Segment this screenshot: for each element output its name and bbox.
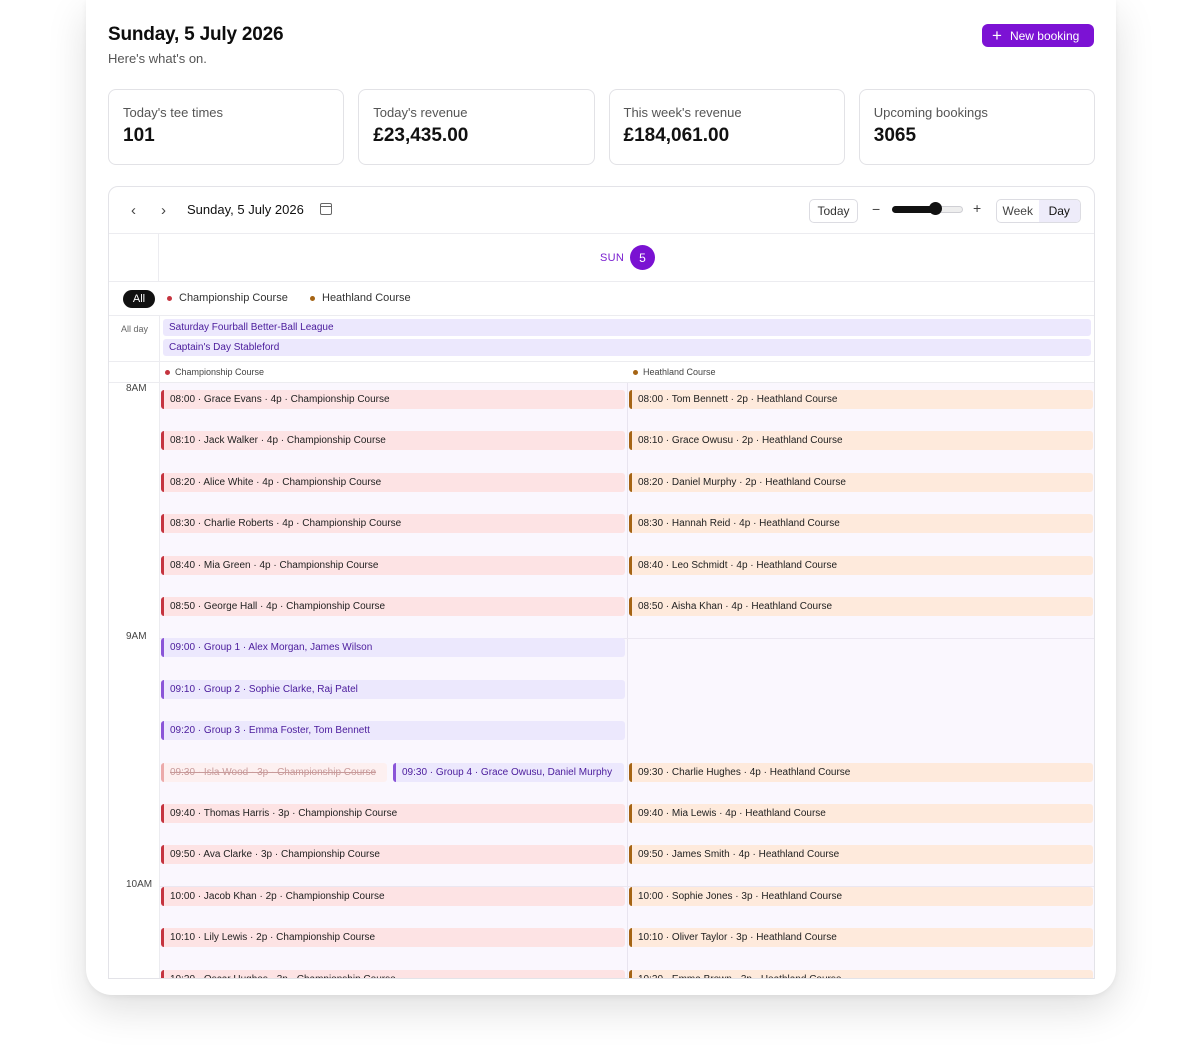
all-day-event[interactable]: Saturday Fourball Better-Ball League	[163, 319, 1091, 336]
tee-time-booking[interactable]: 10:00 · Sophie Jones · 3p · Heathland Co…	[629, 886, 1093, 906]
stat-label: This week's revenue	[623, 105, 742, 120]
day-of-week: SUN	[600, 252, 625, 264]
filter-championship-course[interactable]: Championship Course	[167, 292, 288, 304]
page-title: Sunday, 5 July 2026	[108, 24, 284, 45]
tee-time-booking[interactable]: 09:30 · Charlie Hughes · 4p · Heathland …	[629, 762, 1093, 782]
calendar-date: Sunday, 5 July 2026	[187, 202, 304, 217]
tee-time-booking[interactable]: 09:40 · Mia Lewis · 4p · Heathland Cours…	[629, 804, 1093, 823]
time-label: 8AM	[126, 383, 147, 394]
resource-header: Championship Course Heathland Course	[109, 362, 1094, 383]
stat-card-upcoming-bookings: Upcoming bookings 3065	[858, 89, 1095, 165]
stat-card-week-revenue: This week's revenue £184,061.00	[608, 89, 845, 165]
tee-time-booking[interactable]: 08:20 · Daniel Murphy · 2p · Heathland C…	[629, 472, 1093, 492]
group-booking[interactable]: 09:00 · Group 1 · Alex Morgan, James Wil…	[161, 638, 625, 658]
page-subtitle: Here's what's on.	[108, 51, 207, 66]
resource-label: Championship Course	[175, 367, 265, 377]
stat-value: 101	[123, 125, 155, 146]
tee-time-booking[interactable]: 08:50 · George Hall · 4p · Championship …	[161, 597, 625, 616]
all-day-row: All day Saturday Fourball Better-Ball Le…	[109, 316, 1094, 362]
tee-time-booking[interactable]: 10:10 · Lily Lewis · 2p · Championship C…	[161, 928, 625, 948]
all-day-label: All day	[121, 324, 149, 334]
championship-dot-icon	[165, 369, 170, 375]
tee-time-booking[interactable]: 09:50 · Ava Clarke · 3p · Championship C…	[161, 845, 625, 865]
tee-time-booking[interactable]: 08:30 · Hannah Reid · 4p · Heathland Cou…	[629, 514, 1093, 534]
time-grid[interactable]: 8AM 9AM 10AM 08:00 · Grace Evans · 4p · …	[109, 383, 1094, 978]
all-day-event[interactable]: Captain's Day Stableford	[163, 339, 1091, 356]
prev-day-chevron-icon[interactable]: ‹	[131, 202, 136, 219]
tee-time-booking[interactable]: 09:40 · Thomas Harris · 3p · Championshi…	[161, 804, 625, 823]
heathland-dot-icon	[310, 295, 315, 301]
filter-all-chip[interactable]: All	[123, 290, 155, 308]
stat-card-todays-revenue: Today's revenue £23,435.00	[358, 89, 595, 165]
plus-icon: +	[992, 25, 1002, 45]
tee-time-booking[interactable]: 08:10 · Grace Owusu · 2p · Heathland Cou…	[629, 431, 1093, 451]
day-header: SUN 5	[109, 234, 1094, 282]
stat-label: Today's tee times	[123, 105, 224, 120]
tee-time-booking[interactable]: 08:30 · Charlie Roberts · 4p · Champions…	[161, 514, 625, 534]
zoom-thumb[interactable]	[928, 202, 942, 215]
resource-championship: Championship Course	[165, 367, 264, 377]
today-button[interactable]: Today	[809, 199, 858, 223]
zoom-out-button[interactable]: −	[872, 201, 880, 217]
tee-time-booking[interactable]: 08:10 · Jack Walker · 4p · Championship …	[161, 431, 625, 451]
resource-label: Heathland Course	[643, 367, 716, 377]
tee-time-booking[interactable]: 08:20 · Alice White · 4p · Championship …	[161, 472, 625, 492]
heathland-dot-icon	[633, 369, 638, 375]
tee-time-booking[interactable]: 10:20 · Emma Brown · 3p · Heathland Cour…	[629, 969, 1093, 978]
new-booking-button[interactable]: + New booking	[982, 24, 1094, 47]
stats-row: Today's tee times 101 Today's revenue £2…	[108, 89, 1095, 165]
stat-value: 3065	[873, 125, 917, 146]
group-booking[interactable]: 09:20 · Group 3 · Emma Foster, Tom Benne…	[161, 721, 625, 741]
stat-card-tee-times: Today's tee times 101	[108, 89, 345, 165]
cancelled-booking[interactable]: 09:30 · Isla Wood · 3p · Championship Co…	[161, 762, 387, 782]
calendar-toolbar: ‹ › Sunday, 5 July 2026 Today − + Week D…	[109, 187, 1094, 234]
stat-label: Upcoming bookings	[873, 105, 988, 120]
view-switcher: Week Day	[996, 199, 1081, 223]
time-label: 10AM	[126, 879, 153, 890]
filter-label: Heathland Course	[322, 292, 411, 304]
tee-time-booking[interactable]: 10:20 · Oscar Hughes · 3p · Championship…	[161, 969, 625, 978]
zoom-slider[interactable]	[892, 202, 963, 215]
next-day-chevron-icon[interactable]: ›	[161, 202, 166, 219]
tee-time-booking[interactable]: 08:40 · Mia Green · 4p · Championship Co…	[161, 555, 625, 575]
day-number-badge[interactable]: 5	[630, 245, 655, 270]
tee-time-booking[interactable]: 08:40 · Leo Schmidt · 4p · Heathland Cou…	[629, 555, 1093, 575]
tee-time-booking[interactable]: 08:00 · Tom Bennett · 2p · Heathland Cou…	[629, 390, 1093, 409]
calendar: ‹ › Sunday, 5 July 2026 Today − + Week D…	[108, 186, 1095, 979]
time-gutter	[109, 234, 159, 281]
app-window: Sunday, 5 July 2026 Here's what's on. + …	[86, 0, 1116, 995]
filter-heathland-course[interactable]: Heathland Course	[310, 292, 411, 304]
resource-heathland: Heathland Course	[633, 367, 716, 377]
view-day-tab[interactable]: Day	[1038, 200, 1080, 222]
time-label: 9AM	[126, 631, 147, 642]
stat-value: £23,435.00	[373, 125, 469, 146]
stat-value: £184,061.00	[623, 125, 730, 146]
group-booking[interactable]: 09:10 · Group 2 · Sophie Clarke, Raj Pat…	[161, 679, 625, 699]
zoom-in-button[interactable]: +	[973, 200, 981, 216]
calendar-icon[interactable]	[320, 203, 332, 215]
new-booking-label: New booking	[1009, 28, 1080, 43]
tee-time-booking[interactable]: 09:50 · James Smith · 4p · Heathland Cou…	[629, 845, 1093, 865]
tee-time-booking[interactable]: 10:00 · Jacob Khan · 2p · Championship C…	[161, 886, 625, 906]
tee-time-booking[interactable]: 08:00 · Grace Evans · 4p · Championship …	[161, 390, 625, 409]
view-week-tab[interactable]: Week	[997, 200, 1039, 222]
championship-dot-icon	[167, 295, 172, 301]
tee-time-booking[interactable]: 08:50 · Aisha Khan · 4p · Heathland Cour…	[629, 597, 1093, 616]
group-booking[interactable]: 09:30 · Group 4 · Grace Owusu, Daniel Mu…	[393, 762, 624, 782]
course-filters: All Championship Course Heathland Course	[109, 282, 1094, 316]
tee-time-booking[interactable]: 10:10 · Oliver Taylor · 3p · Heathland C…	[629, 928, 1093, 948]
stat-label: Today's revenue	[373, 105, 468, 120]
filter-label: Championship Course	[179, 292, 288, 304]
